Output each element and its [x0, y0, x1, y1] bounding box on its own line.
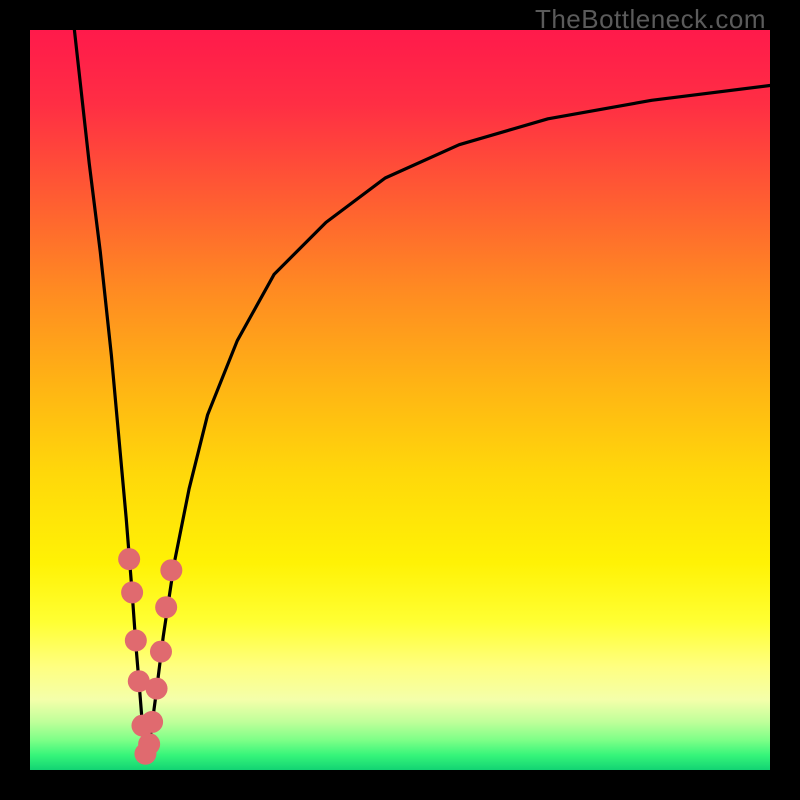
chart-svg	[30, 30, 770, 770]
chart-plot-area	[30, 30, 770, 770]
highlight-dot	[160, 559, 182, 581]
highlight-dot	[138, 733, 160, 755]
highlight-dot	[125, 630, 147, 652]
watermark-text: TheBottleneck.com	[535, 4, 766, 35]
highlight-dot	[150, 641, 172, 663]
gradient-background	[30, 30, 770, 770]
highlight-dot	[155, 596, 177, 618]
highlight-dot	[121, 581, 143, 603]
highlight-dot	[141, 711, 163, 733]
highlight-dot	[118, 548, 140, 570]
highlight-dot	[146, 678, 168, 700]
